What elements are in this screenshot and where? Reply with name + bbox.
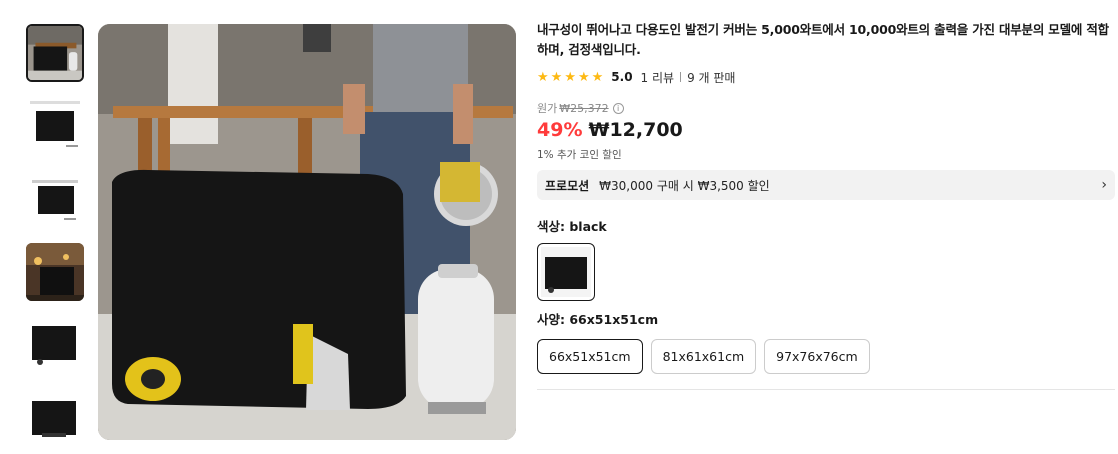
thumbnail-4[interactable] [26,243,84,301]
size-option-66x51x51[interactable]: 66x51x51cm [537,339,643,374]
thumbnail-image [26,389,84,447]
thumbnail-6[interactable] [26,389,84,447]
star-rating: ★ ★ ★ ★ ★ [537,71,603,84]
thumbnail-image [28,26,82,80]
original-price: ₩25,372 [559,101,609,115]
thumbnail-2[interactable] [26,97,84,155]
size-options: 66x51x51cm 81x61x61cm 97x76x76cm [537,339,1115,374]
size-option-97x76x76[interactable]: 97x76x76cm [764,339,870,374]
swatch-image [541,247,591,297]
thumbnail-3[interactable] [26,170,84,228]
thumbnail-image [26,243,84,301]
star-icon: ★ [577,69,590,85]
star-icon: ★ [550,69,563,85]
product-info: 내구성이 뛰어나고 다용도인 발전기 커버는 5,000와트에서 10,000와… [537,20,1115,390]
star-icon: ★ [591,69,604,85]
star-icon: ★ [537,69,549,85]
discount-percent: 49% [537,119,583,141]
product-photo [98,24,516,440]
sale-price: ₩12,700 [588,119,683,141]
promotion-label: 프로모션 [545,178,590,193]
thumbnail-1[interactable] [26,24,84,82]
review-count[interactable]: 1 리뷰 [641,69,675,86]
thumbnail-image [26,316,84,374]
original-price-row: 원가 ₩25,372 i [537,100,1115,116]
promotion-text: ₩30,000 구매 시 ₩3,500 할인 [599,178,770,193]
color-label: 색상: black [537,219,607,234]
divider [680,72,682,82]
info-icon[interactable]: i [612,102,624,114]
thumbnail-5[interactable] [26,316,84,374]
thumbnail-image [26,97,84,155]
price-row: 49% ₩12,700 [537,119,1115,141]
sold-count: 9 개 판매 [687,70,736,85]
thumbnail-image [26,170,84,228]
rating-row[interactable]: ★ ★ ★ ★ ★ 5.0 1 리뷰 9 개 판매 [537,68,1115,86]
original-price-label: 원가 [537,102,558,115]
product-title: 내구성이 뛰어나고 다용도인 발전기 커버는 5,000와트에서 10,000와… [537,22,1109,57]
coin-discount-note: 1% 추가 코인 할인 [537,149,622,161]
star-icon: ★ [564,69,576,85]
promotion-banner[interactable]: 프로모션 ₩30,000 구매 시 ₩3,500 할인 › [537,170,1115,200]
color-swatch-black[interactable] [537,243,595,301]
size-label: 사양: 66x51x51cm [537,312,659,327]
chevron-right-icon: › [1101,177,1107,193]
size-option-81x61x61[interactable]: 81x61x61cm [650,339,757,374]
rating-score: 5.0 [611,70,633,84]
main-product-image[interactable] [98,24,516,440]
section-divider [537,389,1115,390]
